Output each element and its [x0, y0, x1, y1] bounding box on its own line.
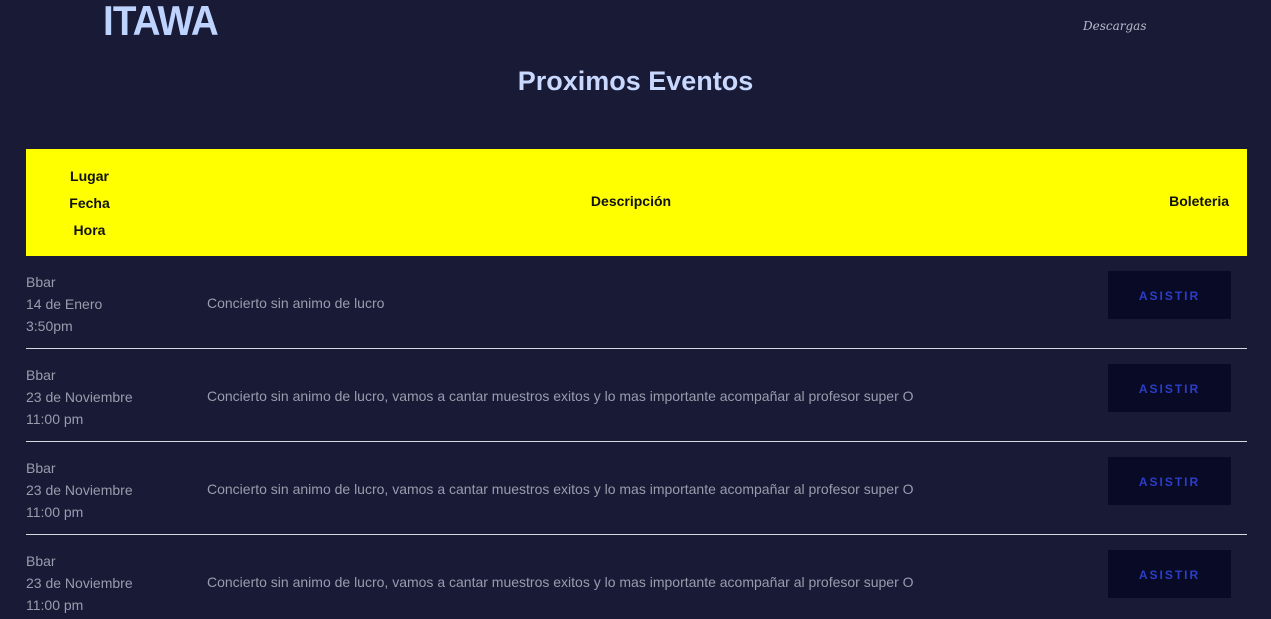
- event-fecha: 14 de Enero: [26, 296, 103, 312]
- event-info: Bbar 23 de Noviembre 11:00 pm: [26, 550, 133, 616]
- header-description: Descripción: [590, 193, 672, 209]
- header-hora: Hora: [73, 222, 106, 238]
- event-description: Concierto sin animo de lucro: [207, 295, 385, 311]
- event-fecha: 23 de Noviembre: [26, 482, 133, 498]
- event-fecha: 23 de Noviembre: [26, 575, 133, 591]
- event-lugar: Bbar: [26, 553, 56, 569]
- page-title: Proximos Eventos: [517, 66, 754, 96]
- attend-button[interactable]: ASISTIR: [1108, 364, 1231, 412]
- table-row: Bbar 23 de Noviembre 11:00 pm Concierto …: [26, 349, 1247, 442]
- event-description: Concierto sin animo de lucro, vamos a ca…: [207, 574, 914, 590]
- event-lugar: Bbar: [26, 460, 56, 476]
- event-hora: 11:00 pm: [26, 597, 84, 613]
- nav-link-descargas[interactable]: Descargas: [1083, 19, 1147, 33]
- event-description: Concierto sin animo de lucro, vamos a ca…: [207, 388, 914, 404]
- table-row: Bbar 23 de Noviembre 11:00 pm Concierto …: [26, 442, 1247, 535]
- event-hora: 3:50pm: [26, 318, 73, 334]
- event-hora: 11:00 pm: [26, 411, 84, 427]
- event-fecha: 23 de Noviembre: [26, 389, 133, 405]
- event-lugar: Bbar: [26, 367, 56, 383]
- attend-button[interactable]: ASISTIR: [1108, 550, 1231, 598]
- event-hora: 11:00 pm: [26, 504, 84, 520]
- attend-button[interactable]: ASISTIR: [1108, 457, 1231, 505]
- events-table: Lugar Fecha Hora Descripción Boleteria B…: [26, 149, 1247, 619]
- attend-button[interactable]: ASISTIR: [1108, 271, 1231, 319]
- event-info: Bbar 23 de Noviembre 11:00 pm: [26, 364, 133, 430]
- table-row: Bbar 23 de Noviembre 11:00 pm Concierto …: [26, 535, 1247, 619]
- site-logo[interactable]: ITAWA: [103, 0, 219, 42]
- event-description: Concierto sin animo de lucro, vamos a ca…: [207, 481, 914, 497]
- event-info: Bbar 14 de Enero 3:50pm: [26, 271, 102, 337]
- header-lugar: Lugar: [70, 168, 109, 184]
- header-tickets: Boleteria: [1169, 193, 1229, 209]
- table-row: Bbar 14 de Enero 3:50pm Concierto sin an…: [26, 256, 1247, 349]
- page: ITAWA Descargas Proximos Eventos Lugar F…: [0, 0, 1271, 619]
- event-lugar: Bbar: [26, 274, 56, 290]
- event-info: Bbar 23 de Noviembre 11:00 pm: [26, 457, 133, 523]
- table-header: Lugar Fecha Hora Descripción Boleteria: [26, 149, 1247, 256]
